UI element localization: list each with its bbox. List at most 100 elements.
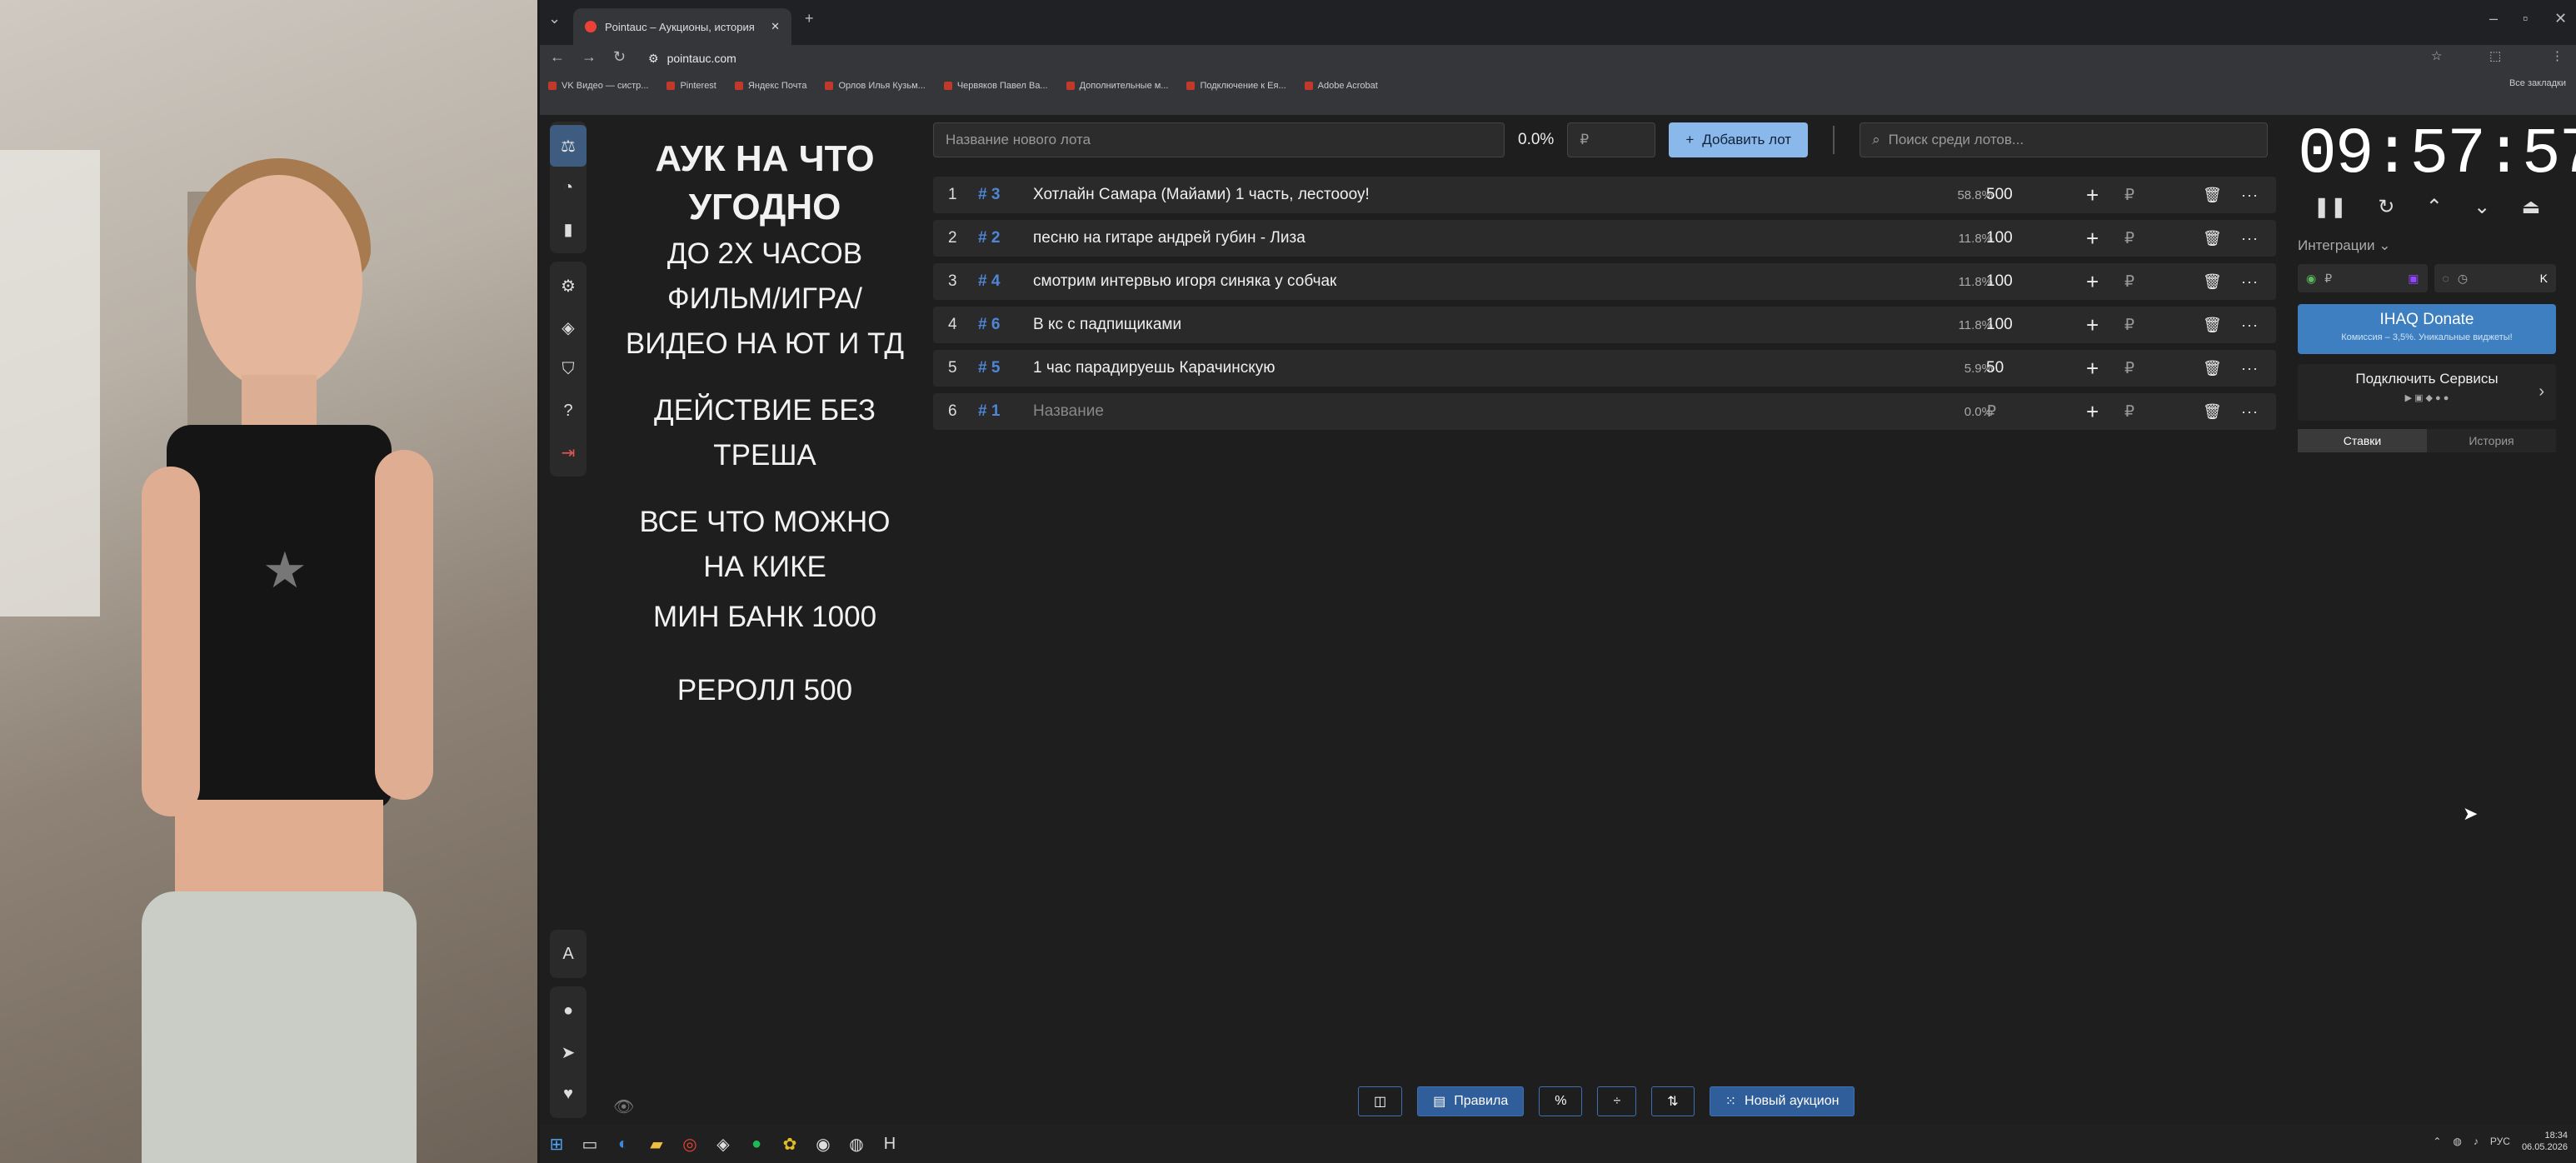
add-bid-icon[interactable]: + [2086,182,2099,208]
bookmark-item[interactable]: Pinterest [666,81,716,91]
add-bid-icon[interactable]: + [2086,269,2099,295]
lot-name[interactable]: смотрим интервью игоря синяка у собчак [1033,272,1336,291]
telegram-icon[interactable]: ➤ [550,1031,587,1073]
more-icon[interactable]: ··· [2241,273,2259,291]
github-icon[interactable]: ● [550,990,587,1031]
auction-icon[interactable]: ⚖ [550,125,587,167]
lot-row[interactable]: 2 # 2 песню на гитаре андрей губин - Лиза… [933,220,2276,257]
bookmark-item[interactable]: VK Видео — систр... [548,81,648,91]
percent-button[interactable]: % [1539,1086,1583,1116]
new-lot-name-input[interactable]: Название нового лота [933,122,1505,157]
tab-pointauc[interactable]: Pointauc – Аукционы, история ✕ [573,8,791,45]
donate-icon[interactable]: ♥ [550,1073,587,1115]
integrations-toggle[interactable]: Интеграции ⌄ [2298,237,2556,254]
maximize-icon[interactable]: ▫ [2523,10,2528,27]
steam-icon[interactable]: ◈ [706,1127,740,1161]
bookmark-item[interactable]: Орлов Илья Кузьм... [825,81,926,91]
obs-icon[interactable]: ◉ [806,1127,840,1161]
sort-button[interactable]: ⇅ [1651,1086,1695,1116]
layers-icon[interactable]: ◈ [550,307,587,348]
back-icon[interactable]: ← [550,48,565,66]
spotify-icon[interactable]: ● [740,1127,773,1161]
lot-amount[interactable]: 500 [1986,186,2013,204]
more-icon[interactable]: ··· [2241,230,2259,247]
bookmark-star-icon[interactable]: ☆ [2431,48,2442,63]
wheel-icon[interactable]: ◔ [550,167,587,208]
close-tab-icon[interactable]: ✕ [771,20,780,33]
volume-icon[interactable]: ♪ [2474,1136,2479,1147]
help-icon[interactable]: ? [550,390,587,432]
delete-icon[interactable]: 🗑 [2203,230,2222,247]
new-tab-icon[interactable]: + [805,10,814,27]
add-bid-icon[interactable]: + [2086,226,2099,252]
more-icon[interactable]: ··· [2241,403,2259,421]
lot-amount[interactable]: ₽ [1986,402,1996,422]
lot-amount[interactable]: 50 [1986,359,2004,377]
app-icon[interactable]: ✿ [773,1127,806,1161]
site-info-icon[interactable]: ⚙ [648,52,659,66]
lot-name[interactable]: В кс с падпищиками [1033,316,1181,334]
new-auction-button[interactable]: ⁙ Новый аукцион [1709,1086,1855,1116]
delete-icon[interactable]: 🗑 [2203,187,2222,204]
add-bid-icon[interactable]: + [2086,399,2099,425]
lot-row[interactable]: 3 # 4 смотрим интервью игоря синяка у соб… [933,263,2276,300]
bookmark-item[interactable]: Подключение к Ея... [1186,81,1286,91]
edge-icon[interactable]: ◐ [607,1127,640,1161]
bookmark-item[interactable]: Дополнительные м... [1066,81,1168,91]
reset-icon[interactable]: ↻ [2378,195,2394,219]
increase-icon[interactable]: ⌃ [2426,195,2443,219]
extensions-icon[interactable]: ⬚ [2489,48,2501,63]
lot-name[interactable]: песню на гитаре андрей губин - Лиза [1033,229,1305,247]
forward-icon[interactable]: → [582,48,597,66]
close-window-icon[interactable]: ✕ [2554,10,2567,27]
tab-history[interactable]: История [2427,429,2556,452]
lot-row[interactable]: 5 # 5 1 час парадируешь Карачинскую 5.9% 5… [933,350,2276,387]
add-bid-icon[interactable]: + [2086,356,2099,382]
minimize-icon[interactable]: – [2489,10,2498,27]
bookmark-item[interactable]: Яндекс Почта [734,81,806,91]
clock[interactable]: 18:34 06.05.2026 [2522,1130,2568,1153]
collapse-icon[interactable]: ⏏ [2522,195,2541,219]
lot-amount[interactable]: 100 [1986,272,2013,291]
all-bookmarks[interactable]: Все закладки [2509,78,2566,88]
settings-icon[interactable]: ⚙ [550,265,587,307]
more-icon[interactable]: ··· [2241,317,2259,334]
connect-services[interactable]: Подключить Сервисы ▶ ▣ ◆ ● ● › [2298,364,2556,421]
lot-name[interactable]: Хотлайн Самара (Майами) 1 часть, лестооо… [1033,186,1370,204]
lot-amount[interactable]: 100 [1986,316,2013,334]
lot-row[interactable]: 4 # 6 В кс с падпищиками 11.8% 100 + ₽ 🗑 ··· [933,307,2276,343]
layout-toggle-button[interactable]: ◫ [1358,1086,1403,1116]
app-h-icon[interactable]: H [873,1127,906,1161]
more-icon[interactable]: ··· [2241,187,2259,204]
visibility-icon[interactable]: 👁 [613,1096,634,1117]
bookmark-item[interactable]: Adobe Acrobat [1304,81,1378,91]
new-lot-amount-input[interactable]: ₽ [1567,122,1656,157]
stats-icon[interactable]: ▮ [550,208,587,250]
delete-icon[interactable]: 🗑 [2203,360,2222,377]
tray-chevron-icon[interactable]: ⌃ [2433,1136,2441,1147]
delete-icon[interactable]: 🗑 [2203,403,2222,421]
add-lot-button[interactable]: + Добавить лот [1669,122,1809,157]
url-field[interactable]: ⚙ pointauc.com [648,48,2464,68]
shield-icon[interactable]: ⛉ [550,348,587,390]
start-icon[interactable]: ⊞ [540,1127,573,1161]
donation-integration[interactable]: ◉ ₽ ▣ [2298,264,2428,292]
add-bid-icon[interactable]: + [2086,312,2099,338]
lot-amount[interactable]: 100 [1986,229,2013,247]
delete-icon[interactable]: 🗑 [2203,273,2222,291]
chrome-icon[interactable]: ◎ [673,1127,706,1161]
ihaq-donate-banner[interactable]: IHAQ Donate Комиссия – 3,5%. Уникальные … [2298,304,2556,354]
translate-icon[interactable]: A [550,933,587,975]
language-indicator[interactable]: РУС [2490,1136,2510,1147]
rules-button[interactable]: ▤ Правила [1417,1086,1525,1116]
tab-bids[interactable]: Ставки [2298,429,2427,452]
search-lots-input[interactable]: ⌕ Поиск среди лотов... [1860,122,2269,157]
pause-icon[interactable]: ❚❚ [2314,195,2347,219]
lot-name[interactable]: 1 час парадируешь Карачинскую [1033,359,1276,377]
decrease-icon[interactable]: ⌄ [2474,195,2490,219]
divide-button[interactable]: ÷ [1597,1086,1637,1116]
menu-icon[interactable]: ⋮ [2551,48,2564,63]
reload-icon[interactable]: ↻ [613,48,626,66]
bookmark-item[interactable]: Червяков Павел Ва... [943,81,1048,91]
network-icon[interactable]: ◍ [2453,1136,2461,1147]
